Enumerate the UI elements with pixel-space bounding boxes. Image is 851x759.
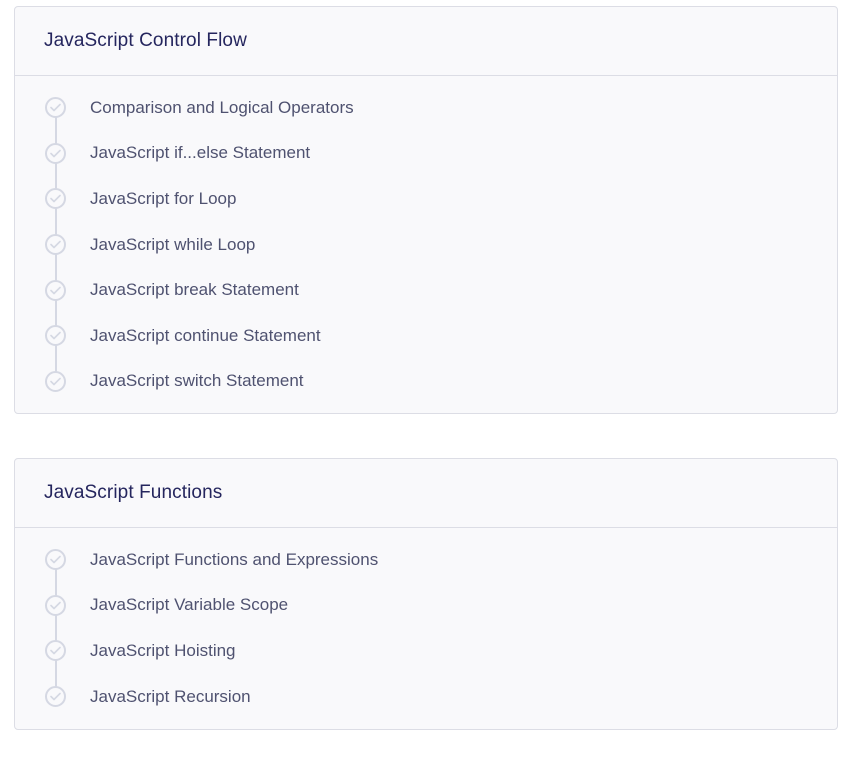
lesson-item[interactable]: Comparison and Logical Operators — [15, 85, 837, 131]
lesson-item[interactable]: JavaScript Recursion — [15, 674, 837, 720]
lesson-item[interactable]: JavaScript break Statement — [15, 267, 837, 313]
section-title: JavaScript Control Flow — [44, 30, 247, 51]
lesson-label: JavaScript Hoisting — [90, 640, 236, 660]
lesson-label: JavaScript if...else Statement — [90, 143, 311, 163]
section-card-functions: JavaScript Functions JavaScript Function… — [14, 458, 838, 730]
lesson-item[interactable]: JavaScript Hoisting — [15, 628, 837, 674]
lesson-label: JavaScript Variable Scope — [90, 595, 289, 615]
lesson-list: JavaScript Functions and Expressions Jav… — [15, 528, 837, 719]
section-header: JavaScript Control Flow — [15, 7, 837, 76]
check-circle-icon — [45, 279, 66, 301]
check-circle-icon — [45, 640, 66, 662]
lesson-label: JavaScript for Loop — [90, 188, 237, 208]
check-circle-icon — [45, 234, 66, 256]
check-circle-icon — [45, 686, 66, 708]
section-card-control-flow: JavaScript Control Flow Comparison and L… — [14, 6, 838, 414]
lesson-label: JavaScript Functions and Expressions — [90, 549, 379, 569]
lesson-label: JavaScript Recursion — [90, 686, 251, 706]
section-header: JavaScript Functions — [15, 459, 837, 528]
check-circle-icon — [45, 325, 66, 347]
lesson-item[interactable]: JavaScript Variable Scope — [15, 583, 837, 629]
lesson-item[interactable]: JavaScript continue Statement — [15, 313, 837, 359]
lesson-label: JavaScript break Statement — [90, 280, 299, 300]
lesson-item[interactable]: JavaScript for Loop — [15, 176, 837, 222]
check-circle-icon — [45, 370, 66, 392]
section-title: JavaScript Functions — [44, 482, 223, 503]
lesson-item[interactable]: JavaScript if...else Statement — [15, 131, 837, 177]
check-circle-icon — [45, 97, 66, 119]
lesson-label: JavaScript switch Statement — [90, 371, 304, 391]
lesson-label: JavaScript continue Statement — [90, 325, 321, 345]
check-circle-icon — [45, 142, 66, 164]
lesson-item[interactable]: JavaScript switch Statement — [15, 359, 837, 405]
lesson-item[interactable]: JavaScript while Loop — [15, 222, 837, 268]
check-circle-icon — [45, 549, 66, 571]
lesson-label: Comparison and Logical Operators — [90, 97, 354, 117]
check-circle-icon — [45, 594, 66, 616]
lesson-item[interactable]: JavaScript Functions and Expressions — [15, 537, 837, 583]
lesson-list: Comparison and Logical Operators JavaScr… — [15, 76, 837, 404]
lesson-label: JavaScript while Loop — [90, 234, 256, 254]
check-circle-icon — [45, 188, 66, 210]
